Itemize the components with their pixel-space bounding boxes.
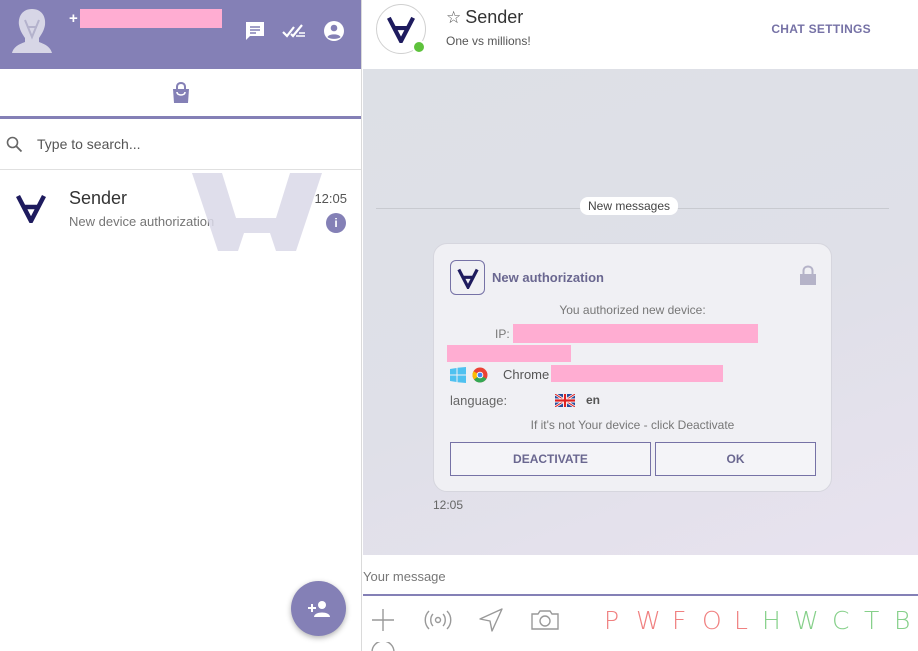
toolbar-letter-o[interactable]: O [702,606,722,635]
conversation-header: ☆ Sender One vs millions! CHAT SETTINGS [363,0,918,69]
add-contact-button[interactable] [291,581,346,636]
sender-logo-icon [456,268,479,289]
info-badge[interactable]: i [326,213,346,233]
authorized-text: You authorized new device: [559,303,706,317]
shopping-bag-icon[interactable] [171,81,191,104]
composer-toolbar: P W F O L H W C T B [363,596,918,651]
redacted-ip-continued [447,345,571,362]
toolbar-letter-w2[interactable]: W [794,606,819,635]
warning-text: If it's not Your device - click Deactiva… [530,418,735,432]
ok-button[interactable]: OK [655,442,816,476]
sender-logo-icon [387,16,415,43]
toolbar-letter-c[interactable]: C [832,606,849,635]
emoji-icon[interactable] [371,642,395,651]
new-chat-icon[interactable] [243,19,267,43]
camera-icon[interactable] [530,608,560,632]
conversation-panel: ☆ Sender One vs millions! CHAT SETTINGS N… [363,0,918,651]
uk-flag-icon [555,394,575,407]
language-label: language: [450,393,508,408]
plus-icon[interactable] [371,608,395,632]
new-messages-label: New messages [580,197,679,215]
message-logo [450,260,485,295]
account-icon[interactable] [322,19,346,43]
toolbar-letter-t[interactable]: T [864,606,879,635]
toolbar-letter-h[interactable]: H [762,606,781,635]
lock-icon [800,265,816,285]
phone-prefix: + [69,10,78,27]
user-avatar-icon[interactable] [12,7,52,53]
redacted-browser-version [551,365,723,382]
location-arrow-icon[interactable] [478,608,504,632]
messenger-app: + Type to search... Sender New device au… [0,0,918,651]
toolbar-letter-w[interactable]: W [636,606,661,635]
contact-name: Sender [465,7,524,27]
toolbar-letter-f[interactable]: F [672,606,686,635]
windows-icon [450,367,466,383]
chat-name: Sender [69,188,128,208]
message-input[interactable] [363,569,918,584]
message-area: New messages New authorization You autho… [363,69,918,555]
tab-bar [0,69,361,119]
sender-logo-icon [16,194,46,223]
toolbar-letter-l[interactable]: L [734,606,748,635]
add-person-icon [307,600,330,617]
ip-label: IP: [495,327,510,341]
toolbar-letter-b[interactable]: B [894,606,910,635]
phone-number: + [69,9,222,28]
authorization-message: New authorization You authorized new dev… [433,243,832,492]
search-bar [0,119,361,170]
sidebar: + Type to search... Sender New device au… [0,0,362,651]
message-time: 12:05 [433,498,464,512]
search-input[interactable] [37,136,337,152]
star-icon[interactable]: ☆ [446,8,461,27]
chat-settings-button[interactable]: CHAT SETTINGS [771,22,871,36]
browser-name: Chrome [503,367,550,382]
mark-all-read-icon[interactable] [282,19,306,43]
contact-title: ☆ Sender [446,7,523,28]
search-icon [6,136,23,152]
redacted-phone [79,9,222,28]
composer [363,555,918,596]
chrome-icon [472,367,488,383]
sidebar-header: + [0,0,361,69]
redacted-ip [513,324,758,343]
watermark-logo-icon [192,173,322,251]
broadcast-icon[interactable] [423,608,453,632]
contact-subtitle: One vs millions! [446,34,531,48]
online-status-dot [412,40,426,54]
language-value: en [586,393,601,407]
deactivate-button[interactable]: DEACTIVATE [450,442,651,476]
toolbar-letter-p[interactable]: P [604,606,619,635]
message-title: New authorization [492,270,604,285]
